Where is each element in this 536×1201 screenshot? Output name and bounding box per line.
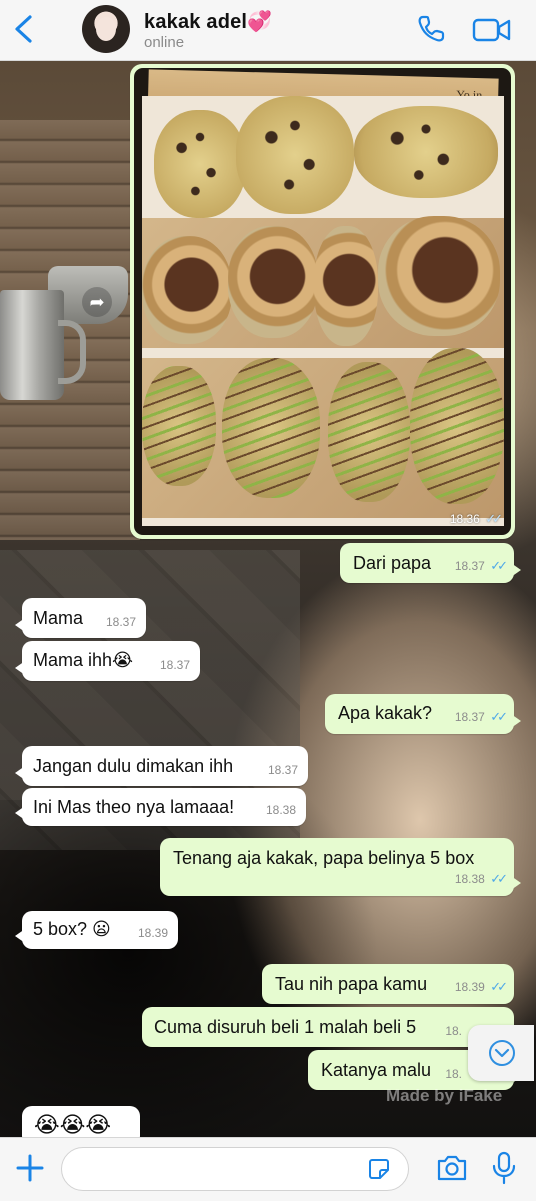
message-time: 18.38 ✓✓ xyxy=(454,871,508,887)
cookie xyxy=(410,348,504,504)
message-time: 18.37 xyxy=(159,658,190,672)
cookie xyxy=(236,96,354,214)
message-text: Tenang aja kakak, papa belinya 5 box xyxy=(173,848,475,868)
cookie xyxy=(314,226,378,346)
cookie xyxy=(154,110,246,218)
message-time: 18.39 ✓✓ xyxy=(454,979,508,995)
read-receipt-icon: ✓✓ xyxy=(485,511,503,526)
cookie xyxy=(228,226,318,338)
incoming-message[interactable]: Mama 18.37 xyxy=(15,598,146,638)
phone-icon[interactable] xyxy=(416,14,446,44)
read-receipt-icon: ✓✓ xyxy=(490,709,508,724)
message-time: 18.37 xyxy=(267,763,298,777)
message-time: 18.39 xyxy=(137,926,168,940)
microphone-icon[interactable] xyxy=(490,1150,518,1186)
message-time: 18.37 ✓✓ xyxy=(454,558,508,574)
message-time: 18. xyxy=(445,1024,462,1038)
message-text: Mama ihh😭 xyxy=(33,650,134,670)
chat-header: kakak adel💞 online xyxy=(0,0,536,61)
message-text: Dari papa xyxy=(353,553,432,573)
sticker-icon[interactable] xyxy=(368,1158,390,1180)
message-time: 18.37 ✓✓ xyxy=(454,709,508,725)
wallpaper-cup-handle xyxy=(58,320,86,384)
message-time: 18. xyxy=(445,1067,462,1081)
message-time-value: 18.38 xyxy=(454,872,485,886)
message-text: Cuma disuruh beli 1 malah beli 5 xyxy=(154,1017,417,1037)
read-receipt-icon: ✓✓ xyxy=(490,979,508,994)
cookie xyxy=(354,106,498,198)
message-text: Jangan dulu dimakan ihh xyxy=(33,756,234,776)
message-text: Tau nih papa kamu xyxy=(275,974,428,994)
wallpaper-cup xyxy=(0,290,64,400)
photo-time-value: 18.36 xyxy=(449,512,480,526)
outgoing-message[interactable]: Tau nih papa kamu 18.39 ✓✓ xyxy=(262,964,514,1004)
message-input-bar xyxy=(0,1137,536,1201)
video-camera-icon[interactable] xyxy=(472,17,512,43)
incoming-message[interactable]: Jangan dulu dimakan ihh 18.37 xyxy=(15,746,308,786)
scroll-to-bottom-button[interactable] xyxy=(468,1025,534,1081)
message-time: 18.36 ✓✓ xyxy=(449,511,503,527)
read-receipt-icon: ✓✓ xyxy=(490,871,508,886)
contact-avatar[interactable] xyxy=(82,5,130,53)
incoming-message[interactable]: Mama ihh😭 18.37 xyxy=(15,641,200,681)
forward-icon[interactable]: ➦ xyxy=(82,287,112,317)
message-time-value: 18.39 xyxy=(454,980,485,994)
message-text: Apa kakak? xyxy=(338,703,433,723)
message-text: Ini Mas theo nya lamaaa! xyxy=(33,797,235,817)
incoming-message[interactable]: 5 box? 😦 18.39 xyxy=(15,911,178,949)
watermark: Made by iFake xyxy=(386,1086,503,1105)
message-text: 5 box? 😦 xyxy=(33,919,111,939)
contact-status: online xyxy=(144,34,185,51)
camera-icon[interactable] xyxy=(436,1153,468,1183)
outgoing-message[interactable]: Apa kakak? 18.37 ✓✓ xyxy=(325,694,521,734)
outgoing-message[interactable]: Tenang aja kakak, papa belinya 5 box 18.… xyxy=(160,838,521,896)
outgoing-message[interactable]: Dari papa 18.37 ✓✓ xyxy=(340,543,521,583)
read-receipt-icon: ✓✓ xyxy=(490,558,508,573)
message-text: Mama xyxy=(33,608,84,628)
photo-message[interactable]: Yo in 18.36 ✓✓ xyxy=(130,64,515,539)
message-input[interactable] xyxy=(61,1147,409,1191)
chevron-down-circle-icon xyxy=(489,1040,515,1066)
incoming-message[interactable]: Ini Mas theo nya lamaaa! 18.38 xyxy=(15,788,306,826)
chevron-left-icon[interactable] xyxy=(10,14,38,44)
message-time: 18.38 xyxy=(265,803,296,817)
message-text: 😭😭😭 xyxy=(34,1112,112,1137)
cookie xyxy=(142,366,216,486)
message-time-value: 18.37 xyxy=(454,710,485,724)
plus-icon[interactable] xyxy=(14,1152,46,1184)
cookie xyxy=(142,236,232,344)
message-text: Katanya malu xyxy=(321,1060,432,1080)
contact-name[interactable]: kakak adel💞 xyxy=(144,9,272,34)
message-time-value: 18.37 xyxy=(454,559,485,573)
cookie xyxy=(378,216,500,336)
cookie xyxy=(222,358,320,498)
cookie-box-photo[interactable]: Yo in 18.36 ✓✓ xyxy=(134,68,511,535)
message-time: 18.37 xyxy=(105,615,136,629)
cookie-box xyxy=(142,96,504,526)
cookie xyxy=(328,362,410,502)
outgoing-message[interactable]: Cuma disuruh beli 1 malah beli 5 18. xyxy=(142,1007,514,1047)
